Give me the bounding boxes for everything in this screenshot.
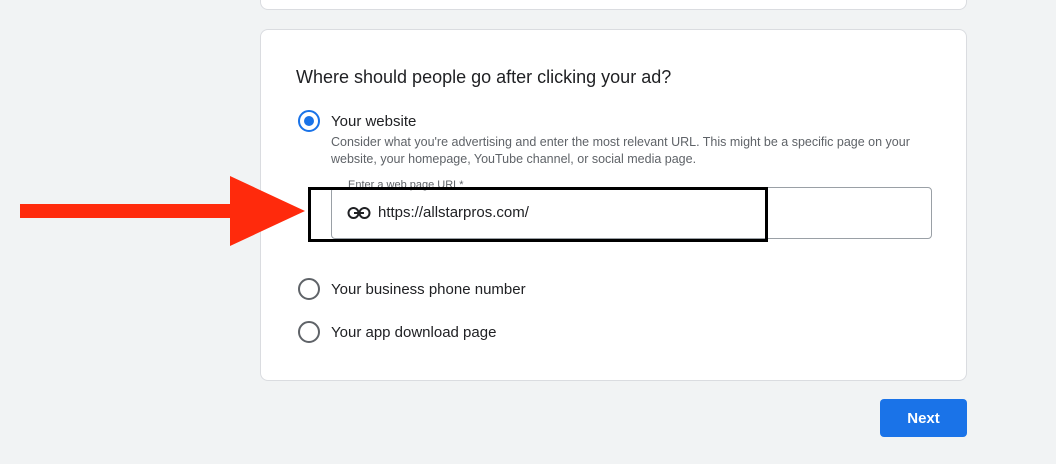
annotation-highlight-box — [308, 187, 768, 242]
annotation-arrow-icon — [20, 176, 305, 246]
option-label-app[interactable]: Your app download page — [331, 324, 496, 341]
radio-app-download[interactable] — [298, 321, 320, 343]
radio-your-website[interactable] — [298, 110, 320, 132]
previous-card — [260, 0, 967, 10]
radio-selected-dot — [304, 116, 314, 126]
option-label-phone[interactable]: Your business phone number — [331, 281, 526, 298]
destination-question: Where should people go after clicking yo… — [296, 67, 672, 87]
website-description: Consider what you're advertising and ent… — [331, 135, 910, 166]
option-label-website[interactable]: Your website — [331, 113, 416, 130]
radio-business-phone[interactable] — [298, 278, 320, 300]
next-button[interactable]: Next — [880, 399, 967, 437]
